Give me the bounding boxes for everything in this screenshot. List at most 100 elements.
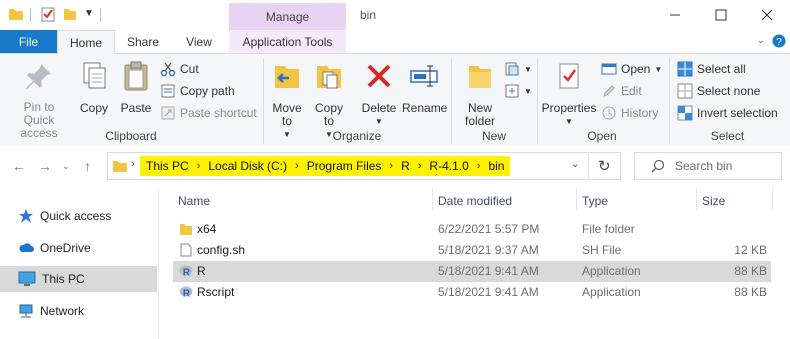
column-header-size[interactable]: Size	[702, 194, 725, 208]
file-name: x64	[197, 222, 217, 236]
column-header-name[interactable]: Name	[178, 194, 210, 208]
maximize-button[interactable]	[698, 0, 744, 30]
column-header-date-modified[interactable]: Date modified	[438, 194, 512, 208]
file-type: Application	[582, 285, 641, 299]
chevron-right-icon[interactable]: ›	[197, 160, 201, 172]
customize-quick-access-chevron-icon[interactable]: ▼	[84, 8, 94, 19]
window-title: bin	[360, 8, 377, 22]
r-app-icon: R	[179, 265, 193, 278]
nav-item-quick-access[interactable]: Quick access	[18, 205, 111, 227]
chevron-down-icon: ▼	[375, 117, 383, 126]
tab-file[interactable]: File	[0, 30, 57, 53]
history-button[interactable]: History	[601, 103, 658, 123]
invert-selection-button[interactable]: Invert selection	[677, 103, 778, 123]
properties-label: Properties	[541, 101, 597, 115]
chevron-right-icon[interactable]: ›	[418, 160, 422, 172]
paste-button[interactable]: Paste	[118, 60, 154, 115]
file-row-x64[interactable]: x64 6/22/2021 5:57 PM File folder	[173, 219, 771, 240]
cut-button[interactable]: Cut	[160, 59, 199, 79]
copy-path-button[interactable]: Copy path	[160, 81, 235, 101]
column-header-type[interactable]: Type	[582, 194, 608, 208]
breadcrumb-program-files[interactable]: Program Files	[307, 159, 382, 173]
column-divider[interactable]	[432, 188, 433, 210]
tab-home[interactable]: Home	[57, 30, 115, 54]
recent-locations-chevron-icon[interactable]: ⌄	[62, 161, 70, 172]
copy-path-icon	[161, 84, 175, 98]
properties-icon[interactable]	[40, 6, 56, 22]
chevron-right-icon[interactable]: ›	[295, 160, 299, 172]
copy-label: Copy	[79, 101, 108, 115]
file-row-rscript[interactable]: R Rscript 5/18/2021 9:41 AM Application …	[173, 282, 771, 303]
nav-item-onedrive[interactable]: OneDrive	[18, 237, 91, 259]
open-button[interactable]: Open ▼	[601, 59, 662, 79]
new-folder-label: New folder	[464, 101, 496, 128]
breadcrumb-r[interactable]: R	[401, 159, 410, 173]
properties-button[interactable]: Properties ▼	[541, 60, 597, 128]
nav-item-network[interactable]: Network	[18, 300, 84, 322]
new-folder-icon[interactable]	[62, 6, 78, 22]
file-date: 5/18/2021 9:41 AM	[438, 285, 539, 299]
new-group-label: New	[481, 129, 506, 143]
column-divider[interactable]	[772, 188, 773, 210]
nav-item-this-pc[interactable]: This PC	[18, 268, 85, 290]
breadcrumb-bin[interactable]: bin	[488, 159, 504, 173]
quick-access-divider	[30, 8, 31, 22]
easy-access-button[interactable]: ▼	[504, 81, 532, 101]
maximize-icon	[715, 9, 727, 21]
chevron-right-icon[interactable]: ›	[477, 160, 481, 172]
breadcrumb-r-version[interactable]: R-4.1.0	[429, 159, 468, 173]
file-type: SH File	[582, 243, 622, 257]
file-row-config-sh[interactable]: config.sh 5/18/2021 9:37 AM SH File 12 K…	[173, 240, 771, 261]
open-group-label: Open	[587, 129, 617, 143]
paste-label: Paste	[120, 101, 152, 115]
file-row-r[interactable]: R R 5/18/2021 9:41 AM Application 88 KB	[173, 261, 771, 282]
forward-arrow-icon[interactable]: →	[38, 158, 52, 174]
column-divider[interactable]	[696, 188, 697, 210]
column-divider[interactable]	[576, 188, 577, 210]
rename-button[interactable]: Rename	[402, 60, 447, 115]
copy-button[interactable]: Copy	[76, 60, 112, 115]
tab-application-tools[interactable]: Application Tools	[229, 30, 346, 53]
delete-button[interactable]: Delete ▼	[360, 60, 398, 128]
scissors-icon	[160, 62, 176, 77]
minimize-button[interactable]	[652, 0, 698, 30]
manage-context-tab: Manage	[229, 3, 346, 30]
select-all-button[interactable]: Select all	[677, 59, 746, 79]
delete-x-icon	[367, 64, 391, 88]
pin-to-quick-access-button[interactable]: Pin to Quick access	[4, 60, 74, 140]
open-label: Open	[621, 62, 651, 76]
chevron-down-icon[interactable]: ⌄	[757, 35, 765, 46]
help-icon[interactable]: ?	[772, 34, 786, 48]
close-button[interactable]	[744, 0, 790, 30]
history-label: History	[621, 106, 659, 120]
copy-path-label: Copy path	[180, 84, 235, 98]
chevron-right-icon[interactable]: ›	[131, 158, 135, 170]
quick-access-divider	[100, 8, 101, 22]
tab-share[interactable]: Share	[120, 30, 166, 53]
select-none-button[interactable]: Select none	[677, 81, 760, 101]
file-name: Rscript	[197, 285, 235, 299]
folder-icon[interactable]	[8, 6, 24, 22]
file-date: 5/18/2021 9:37 AM	[438, 243, 539, 257]
delete-label: Delete	[361, 101, 397, 115]
file-size: 88 KB	[734, 285, 767, 299]
paste-shortcut-button[interactable]: Paste shortcut	[160, 103, 257, 123]
breadcrumb: This PC › Local Disk (C:) › Program File…	[140, 156, 511, 176]
edit-button[interactable]: Edit	[601, 81, 642, 101]
select-none-icon	[677, 83, 693, 99]
address-divider	[588, 152, 589, 180]
new-item-button[interactable]: ▼	[504, 59, 532, 79]
breadcrumb-this-pc[interactable]: This PC	[146, 159, 189, 173]
refresh-icon[interactable]: ↻	[598, 157, 611, 175]
file-size: 12 KB	[734, 243, 767, 257]
new-folder-button[interactable]: New folder	[458, 60, 502, 128]
tab-view[interactable]: View	[176, 30, 222, 53]
history-clock-icon	[602, 106, 616, 120]
chevron-right-icon[interactable]: ›	[389, 160, 393, 172]
address-history-chevron-icon[interactable]: ⌄	[571, 159, 579, 170]
move-to-icon	[275, 66, 299, 88]
back-arrow-icon[interactable]: ←	[12, 158, 26, 174]
chevron-down-icon: ▼	[565, 117, 573, 126]
breadcrumb-local-disk[interactable]: Local Disk (C:)	[208, 159, 287, 173]
up-arrow-icon[interactable]: ↑	[84, 158, 91, 174]
